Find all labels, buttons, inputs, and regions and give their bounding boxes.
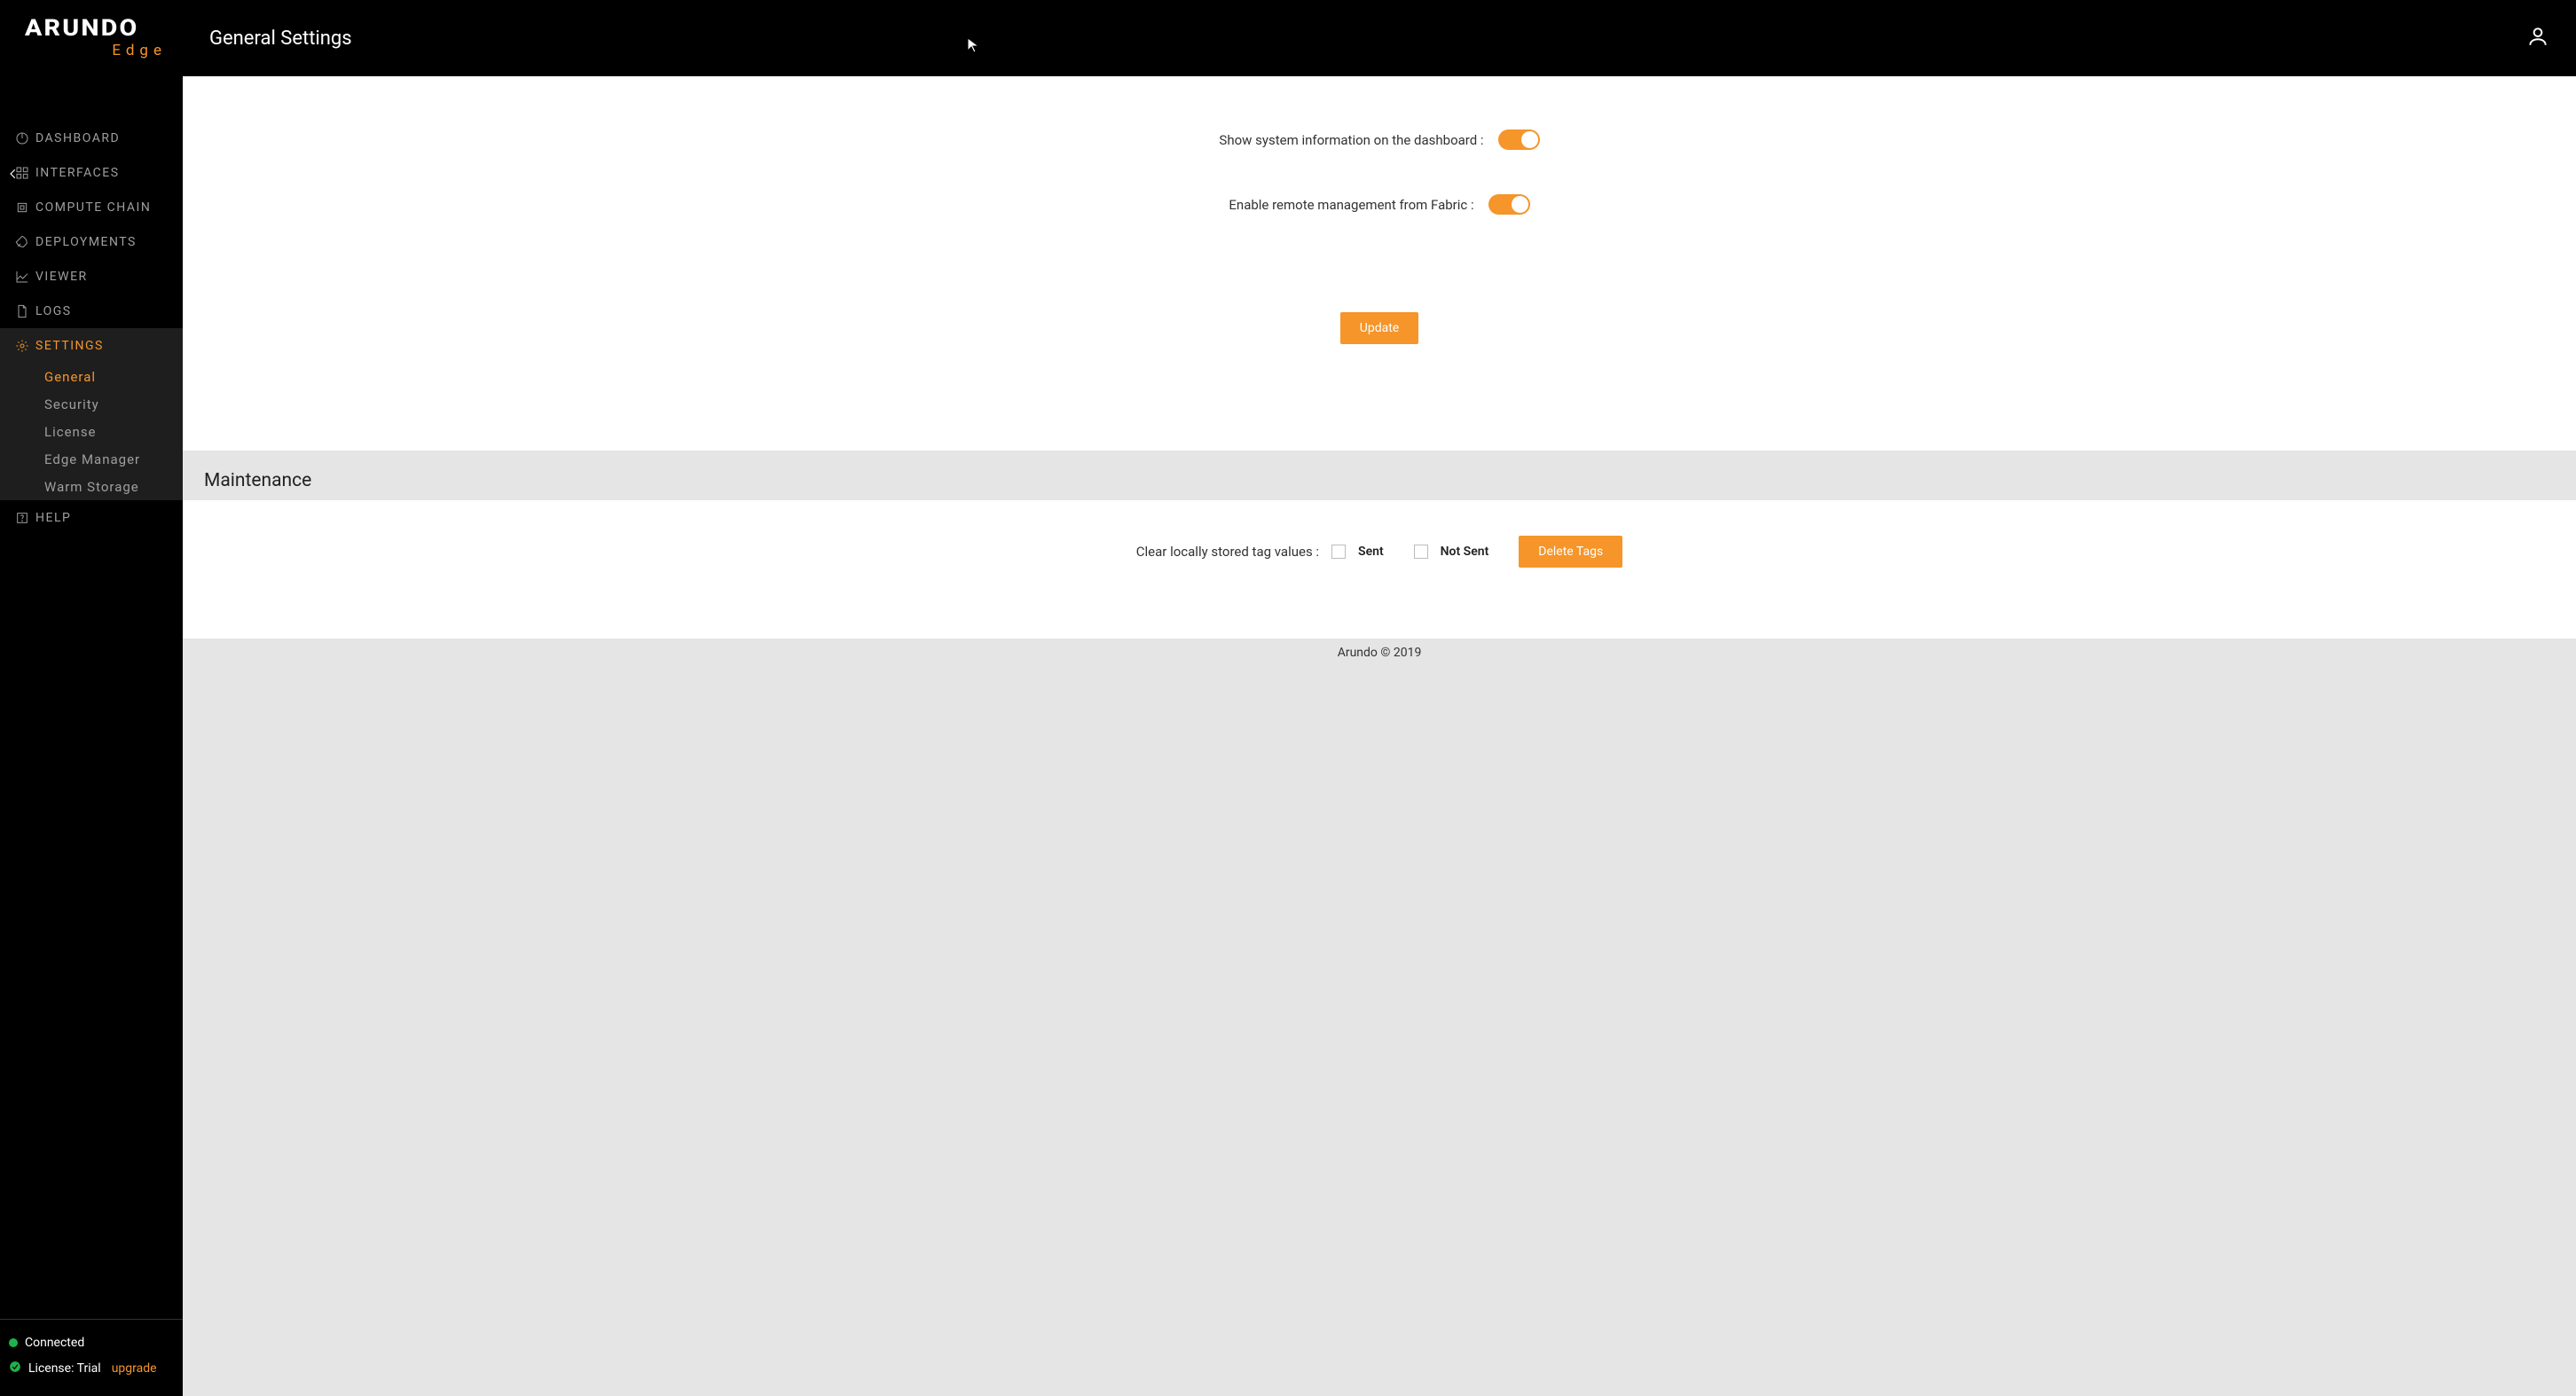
enable-remote-label: Enable remote management from Fabric :	[1229, 197, 1473, 213]
subnav-item-warm-storage[interactable]: Warm Storage	[0, 473, 183, 500]
show-sysinfo-label: Show system information on the dashboard…	[1219, 132, 1483, 148]
chart-icon	[9, 270, 35, 284]
sidebar-item-help[interactable]: HELP	[0, 500, 183, 535]
user-icon[interactable]	[2526, 25, 2549, 51]
sidebar-item-label: DASHBOARD	[35, 131, 120, 145]
status-connected-label: Connected	[25, 1336, 84, 1350]
settings-subnav: General Security License Edge Manager Wa…	[0, 363, 183, 500]
sidebar-item-deployments[interactable]: DEPLOYMENTS	[0, 224, 183, 259]
logo[interactable]: ARUNDO Edge	[0, 17, 183, 59]
delete-tags-button[interactable]: Delete Tags	[1519, 536, 1622, 568]
sidebar-item-compute-chain[interactable]: COMPUTE CHAIN	[0, 190, 183, 224]
sidebar-item-logs[interactable]: LOGS	[0, 294, 183, 328]
subnav-item-license[interactable]: License	[0, 418, 183, 445]
page-title: General Settings	[209, 27, 2526, 50]
status-dot-icon	[9, 1338, 18, 1347]
sidebar-item-label: HELP	[35, 511, 71, 525]
general-settings-panel: Show system information on the dashboard…	[183, 76, 2576, 451]
sidebar-item-interfaces[interactable]: INTERFACES	[0, 155, 183, 190]
sidebar-collapse-icon[interactable]	[7, 167, 20, 184]
subnav-item-edge-manager[interactable]: Edge Manager	[0, 445, 183, 473]
footer-text: Arundo © 2019	[183, 639, 2576, 663]
subnav-item-general[interactable]: General	[0, 363, 183, 390]
sidebar-item-label: COMPUTE CHAIN	[35, 200, 151, 215]
sent-checkbox[interactable]	[1331, 545, 1346, 559]
help-icon	[9, 511, 35, 525]
enable-remote-toggle[interactable]	[1488, 194, 1530, 215]
not-sent-label: Not Sent	[1441, 545, 1489, 559]
update-button[interactable]: Update	[1340, 312, 1418, 344]
sent-label: Sent	[1358, 545, 1384, 559]
check-circle-icon	[9, 1361, 21, 1376]
sidebar-item-label: SETTINGS	[35, 339, 104, 353]
show-sysinfo-toggle[interactable]	[1498, 129, 1540, 150]
maintenance-heading: Maintenance	[183, 451, 2576, 500]
logo-sub: Edge	[25, 42, 183, 59]
sidebar-item-settings[interactable]: SETTINGS	[0, 328, 183, 363]
gauge-icon	[9, 131, 35, 145]
gear-icon	[9, 339, 35, 353]
rocket-icon	[9, 235, 35, 249]
sidebar-item-viewer[interactable]: VIEWER	[0, 259, 183, 294]
subnav-item-security[interactable]: Security	[0, 390, 183, 418]
chip-icon	[9, 200, 35, 215]
status-connected: Connected	[9, 1330, 174, 1355]
header: ARUNDO Edge General Settings	[0, 0, 2576, 76]
document-icon	[9, 304, 35, 318]
upgrade-link[interactable]: upgrade	[112, 1361, 157, 1376]
status-license: License: Trial upgrade	[9, 1355, 174, 1382]
sidebar-item-label: DEPLOYMENTS	[35, 235, 137, 249]
logo-brand: ARUNDO	[25, 17, 199, 40]
main-content: Show system information on the dashboard…	[183, 76, 2576, 1396]
clear-tags-label: Clear locally stored tag values :	[1136, 544, 1319, 560]
sidebar: DASHBOARD INTERFACES COMPUTE CHAIN DEPLO…	[0, 76, 183, 1396]
sidebar-item-label: VIEWER	[35, 270, 88, 284]
status-license-label: License: Trial	[28, 1361, 101, 1376]
maintenance-panel: Clear locally stored tag values : Sent N…	[183, 500, 2576, 639]
sidebar-item-label: LOGS	[35, 304, 72, 318]
sidebar-item-dashboard[interactable]: DASHBOARD	[0, 121, 183, 155]
sidebar-item-label: INTERFACES	[35, 166, 120, 180]
not-sent-checkbox[interactable]	[1414, 545, 1428, 559]
sidebar-status: Connected License: Trial upgrade	[0, 1319, 183, 1396]
